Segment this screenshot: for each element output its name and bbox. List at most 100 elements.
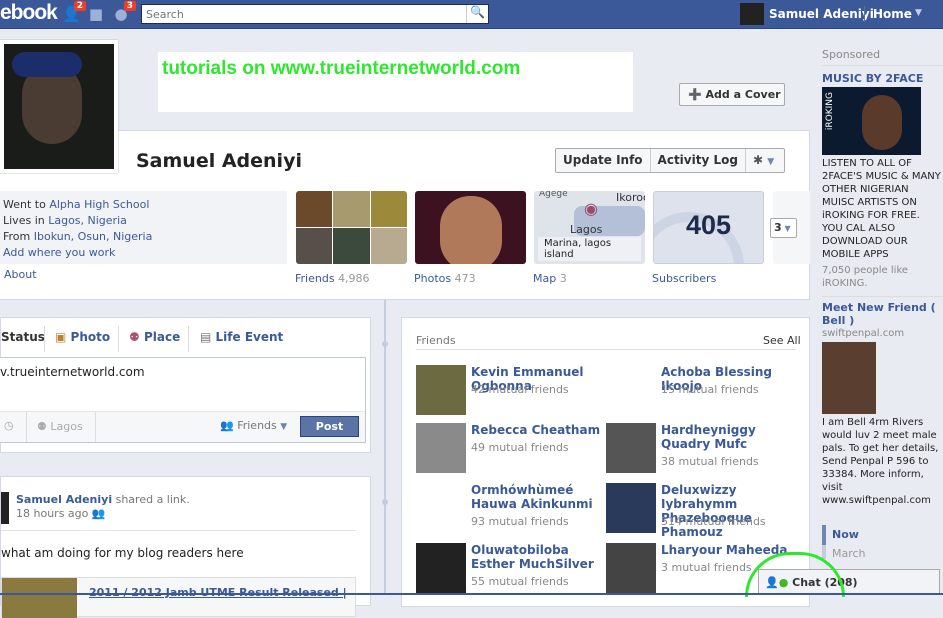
friend-photo[interactable] [606,483,656,533]
cover-banner: tutorials on www.trueinternetworld.com [158,52,633,112]
add-cover-button[interactable]: ➕ Add a Cover [679,83,785,106]
add-cover-label: Add a Cover [705,88,781,101]
mutual-friends: 93 mutual friends [471,515,569,528]
tab-life-event[interactable]: ▤ Life Event [200,330,283,344]
mutual-friends: 514 mutual friends [661,515,766,528]
audience-selector[interactable]: 👥 Friends ▼ [220,419,287,432]
clock-icon[interactable]: ◷ [4,419,14,432]
location-field[interactable]: ⚉ Lagos [37,420,83,433]
info-from: From Ibokun, Osun, Nigeria [3,230,153,243]
ad-body: LISTEN TO ALL OF 2FACE'S MUSIC & MANY OT… [822,158,941,260]
author-avatar[interactable] [1,492,9,524]
mutual-friends: 15 mutual friends [661,383,759,396]
chat-user-icon: 👤 [765,576,779,589]
update-info-button[interactable]: Update Info [556,149,651,172]
place-icon: ⚉ [129,330,140,344]
school-link[interactable]: Alpha High School [49,198,149,211]
about-link[interactable]: About [4,268,37,281]
add-photo-icon: ➕ [688,88,702,101]
post-button[interactable]: Post [300,416,359,437]
notifications-badge: 3 [123,1,136,11]
tab-status[interactable]: Status [1,330,45,344]
profile-name[interactable]: Samuel Adeniyi [136,150,302,172]
map-caption: Marina, lagos island [538,237,641,261]
friends-box-title: Friends [416,334,456,347]
search-input[interactable] [142,5,462,23]
mutual-friends: 55 mutual friends [471,575,569,588]
right-sidebar: Sponsored MUSIC BY 2FACE iROKING LISTEN … [815,40,943,595]
link-preview[interactable]: 2011 / 2012 Jamb UTME Result Released | [1,577,356,618]
friend-photo[interactable] [606,543,656,593]
friend-name[interactable]: Deluxwizzy Iybrahymm Phazebooque Phamouz [661,483,801,539]
timeline-nav-march[interactable]: March [822,545,943,560]
profile-picture[interactable] [0,40,118,173]
info-work: Add where you work [3,245,284,261]
divider [864,6,865,22]
profile-actions: Update Info Activity Log ✱ ▼ [555,148,785,173]
activity-log-button[interactable]: Activity Log [651,149,746,172]
tab-photo[interactable]: ▣ Photo [55,330,110,344]
info-lives: Lives in Lagos, Nigeria [3,214,127,227]
story-time[interactable]: 18 hours ago 👥 [16,507,106,520]
story-card: Samuel Adeniyi shared a link. 18 hours a… [0,476,371,618]
ad-image[interactable]: iROKING [822,87,921,155]
ad-image[interactable] [822,342,876,414]
messages-icon[interactable]: ■ [87,5,105,23]
ad-title[interactable]: Meet New Friend ( Bell ) [822,301,943,327]
hometown-link[interactable]: Ibokun, Osun, Nigeria [34,230,153,243]
notifications-icon[interactable]: ● 3 [112,1,136,23]
ad-likes[interactable]: 7,050 people like iROKING. [822,264,943,297]
friend-name[interactable]: Ormhówhùmeé Hauwa Akinkunmi [471,483,611,511]
search-box: 🔍 [141,4,489,24]
friend-requests-badge: 2 [73,1,86,11]
settings-gear-icon[interactable]: ✱ ▼ [746,149,781,172]
friend-photo[interactable] [606,423,656,473]
profile-info: Went to Alpha High School Lives in Lagos… [0,191,287,264]
photos-tile-label[interactable]: Photos 473 [414,272,476,285]
friend-photo[interactable] [416,423,466,473]
map-tile[interactable]: Agege Ikorod ◉ Lagos Marina, lagos islan… [534,191,645,264]
timeline-nav-now[interactable]: Now [822,525,943,545]
subscribers-tile-label[interactable]: Subscribers [652,272,716,285]
map-pin-icon: ◉ [584,199,598,218]
friends-box: Friends See All Kevin Emmanuel Ogbonna 42… [401,317,810,607]
facebook-logo[interactable]: ebook [0,1,58,25]
info-education: Went to Alpha High School [3,198,150,211]
see-all-link[interactable]: See All [763,334,801,347]
account-menu-icon[interactable]: ▼ [915,8,922,18]
city-link[interactable]: Lagos, Nigeria [48,214,127,227]
friend-photo[interactable] [416,365,466,415]
timeline-dot [382,499,388,505]
friends-tile[interactable] [296,191,407,264]
friend-requests-icon[interactable]: 👤 2 [62,1,86,23]
mutual-friends: 49 mutual friends [471,441,569,454]
home-link[interactable]: Home [873,7,912,21]
tab-place[interactable]: ⚉ Place [129,330,180,344]
story-message: what am doing for my blog readers here [1,546,244,560]
mutual-friends: 3 mutual friends [661,561,752,574]
friend-name[interactable]: Lharyour Maheeda [661,543,801,557]
friend-photo[interactable] [416,543,466,593]
add-work-link[interactable]: Add where you work [3,246,115,259]
friend-name[interactable]: Hardheyniggy Quadry Mufc [661,423,801,451]
chat-bar[interactable]: 👤● Chat (208) [758,569,940,595]
search-icon[interactable]: 🔍 [466,5,488,23]
ad-title[interactable]: MUSIC BY 2FACE [822,72,943,85]
friends-tile-label[interactable]: Friends 4,986 [295,272,370,285]
photo-icon: ▣ [55,330,67,344]
status-textarea[interactable]: v.trueinternetworld.com ◷ ⚉ Lagos 👥 Frie… [0,357,366,443]
chat-label: Chat (208) [792,576,858,589]
photos-tile[interactable] [415,191,526,264]
author-link[interactable]: Samuel Adeniyi [16,493,112,506]
friend-name[interactable]: Oluwatobiloba Esther MuchSilver [471,543,611,571]
online-dot-icon: ● [778,576,789,589]
user-avatar[interactable] [740,3,764,25]
subscribers-tile[interactable]: 405 [653,191,764,264]
more-tiles-dropdown[interactable]: 3 ▼ [770,218,797,238]
mutual-friends: 38 mutual friends [661,455,759,468]
user-name-link[interactable]: Samuel Adeniyi [769,7,874,21]
status-composer: Status ▣ Photo ⚉ Place ▤ Life Event v.tr… [0,317,371,453]
friend-name[interactable]: Rebecca Cheatham [471,423,611,437]
life-event-icon: ▤ [200,330,212,344]
map-tile-label[interactable]: Map 3 [533,272,567,285]
